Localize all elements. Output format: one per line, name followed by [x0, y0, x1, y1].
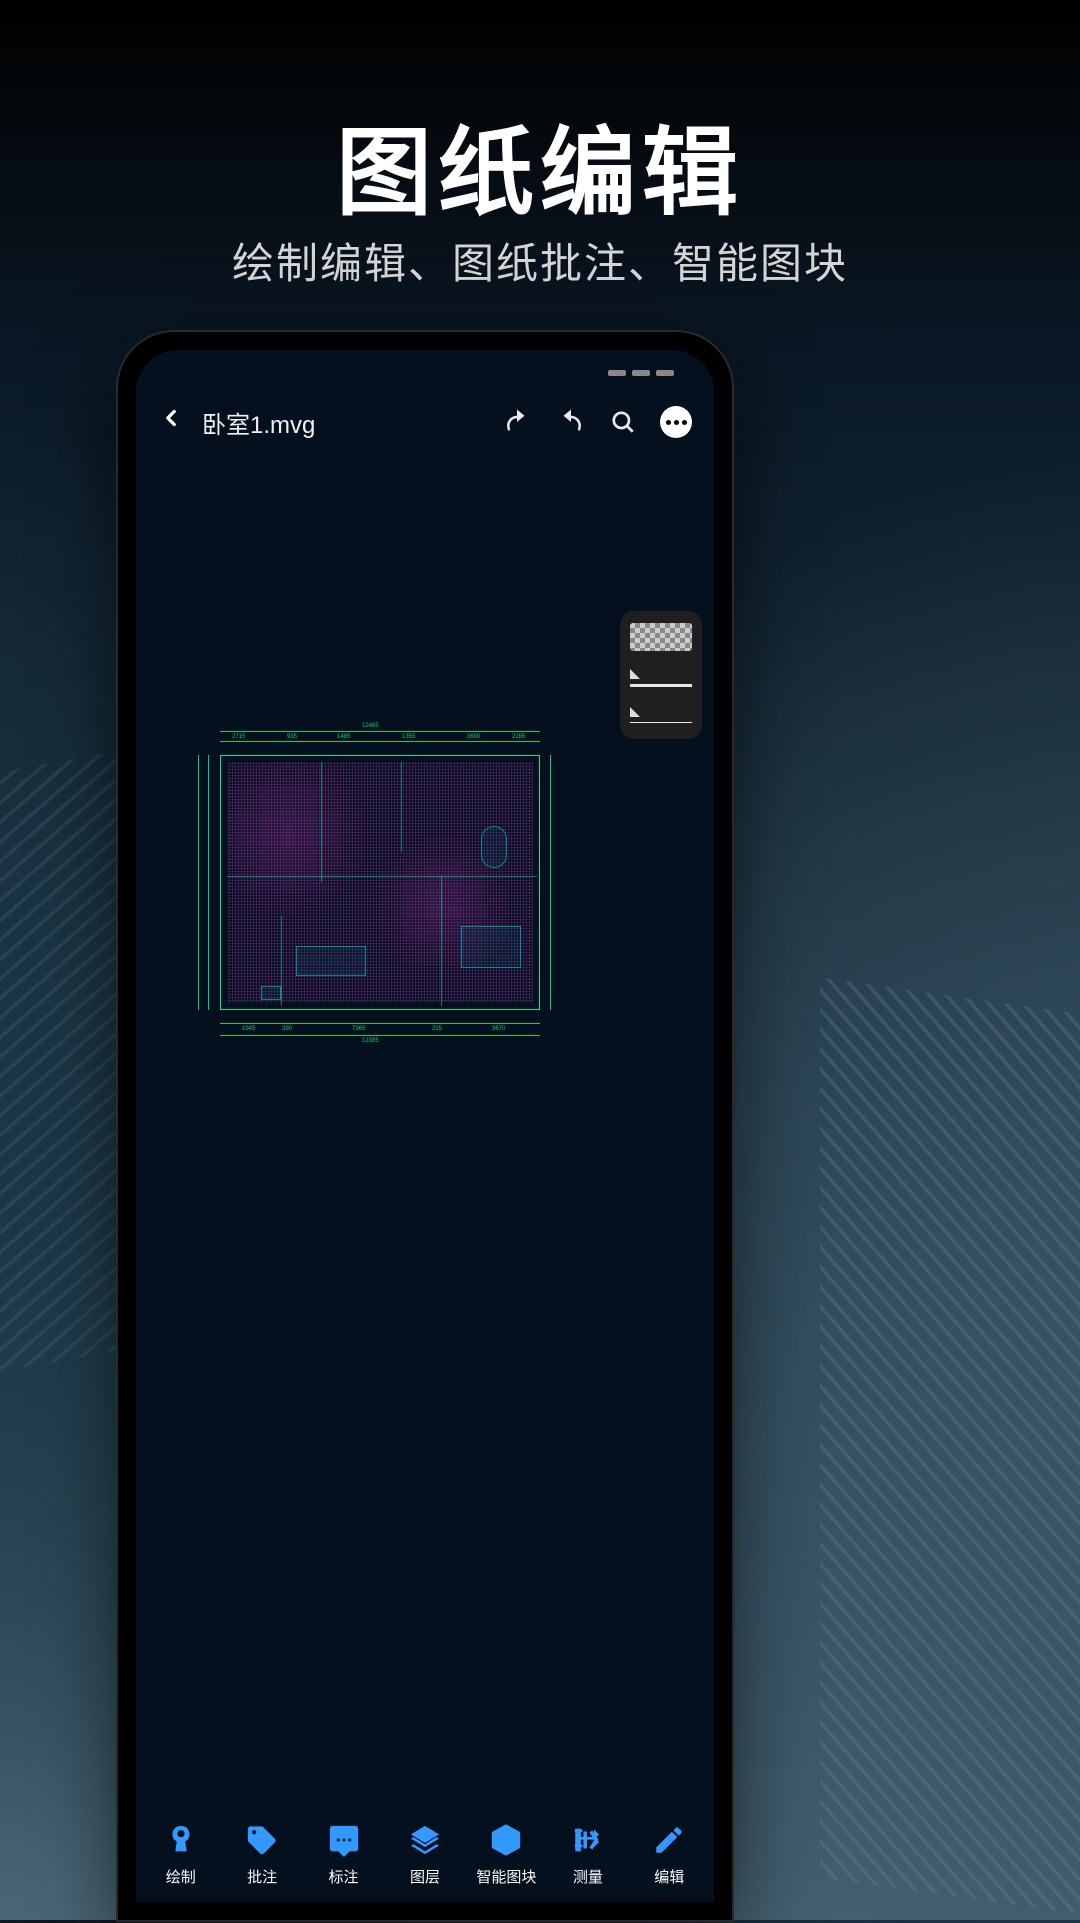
wall — [321, 762, 322, 882]
triangle-icon — [630, 669, 640, 679]
dimension-label: 2715 — [232, 734, 245, 740]
dimension-label: 3690 — [467, 734, 480, 740]
bottom-toolbar: 绘制 批注 标注 图层 — [136, 1812, 714, 1902]
search-button[interactable] — [610, 409, 636, 435]
dimension-label: 1945 — [242, 1026, 255, 1032]
dot-icon — [674, 420, 679, 425]
wall — [441, 876, 442, 1006]
style-panel[interactable] — [620, 611, 702, 739]
tool-label: 标注 — [329, 1866, 359, 1887]
dimension-label: 2285 — [512, 734, 525, 740]
plan-outline — [220, 755, 540, 1010]
tool-label: 编辑 — [654, 1866, 684, 1887]
tool-blocks[interactable]: 智能图块 — [466, 1822, 547, 1887]
dot-icon — [666, 420, 671, 425]
tool-draw[interactable]: 绘制 — [140, 1822, 221, 1887]
line-preview — [630, 684, 692, 687]
filename-label: 卧室1.mvg — [202, 405, 488, 440]
header-actions — [502, 406, 692, 438]
tool-label: 图层 — [410, 1866, 440, 1887]
dot-icon — [682, 420, 687, 425]
dimension-label: 12385 — [362, 1038, 379, 1044]
dimension-line — [220, 1023, 540, 1024]
dimension-label: 935 — [287, 734, 297, 740]
tool-label: 智能图块 — [476, 1866, 536, 1887]
dimension-label: 215 — [432, 1026, 442, 1032]
back-button[interactable] — [158, 405, 184, 439]
dimension-line — [208, 755, 209, 1010]
dimension-label: 7365 — [352, 1026, 365, 1032]
marketing-subtitle: 绘制编辑、图纸批注、智能图块 — [0, 230, 1080, 291]
background-pattern-right — [820, 978, 1080, 1923]
marketing-title: 图纸编辑 — [0, 95, 1080, 234]
dimension-label: 1355 — [402, 734, 415, 740]
dimension-line — [198, 755, 199, 1010]
app-header: 卧室1.mvg — [136, 390, 714, 454]
comment-icon — [326, 1822, 362, 1858]
furniture-bathtub — [481, 826, 507, 868]
tag-icon — [244, 1822, 280, 1858]
furniture-bed — [461, 926, 521, 968]
tool-measure[interactable]: 测量 — [547, 1822, 628, 1887]
dimension-label: 3670 — [492, 1026, 505, 1032]
furniture-table — [296, 946, 366, 976]
linestyle-solid-thin[interactable] — [630, 703, 692, 727]
wall — [401, 762, 402, 852]
dimension-line — [220, 1035, 540, 1036]
fill-swatch-checker[interactable] — [630, 623, 692, 651]
redo-button[interactable] — [556, 407, 586, 437]
cad-canvas[interactable]: 12465 2715 935 1485 1355 3690 2285 1945 … — [136, 465, 714, 1812]
edit-icon — [651, 1822, 687, 1858]
dimension-line — [220, 741, 540, 742]
tool-layers[interactable]: 图层 — [384, 1822, 465, 1887]
dimension-line — [220, 731, 540, 732]
dimension-label: 12465 — [362, 723, 379, 729]
tool-label: 测量 — [573, 1866, 603, 1887]
pen-icon — [163, 1822, 199, 1858]
tool-label: 绘制 — [166, 1866, 196, 1887]
phone-screen: 卧室1.mvg — [136, 350, 714, 1902]
furniture-item — [261, 986, 281, 1000]
status-bar — [554, 370, 674, 378]
measure-icon — [570, 1822, 606, 1858]
wall — [227, 876, 537, 877]
dimension-line — [550, 755, 551, 1010]
floor-plan-drawing: 12465 2715 935 1485 1355 3690 2285 1945 … — [192, 723, 562, 1053]
tool-markup[interactable]: 标注 — [303, 1822, 384, 1887]
tool-annotate[interactable]: 批注 — [221, 1822, 302, 1887]
more-button[interactable] — [660, 406, 692, 438]
line-preview — [630, 722, 692, 723]
tool-edit[interactable]: 编辑 — [629, 1822, 710, 1887]
cube-icon — [488, 1822, 524, 1858]
wall — [281, 916, 282, 1006]
tool-label: 批注 — [247, 1866, 277, 1887]
phone-mockup-frame: 卧室1.mvg — [118, 332, 732, 1920]
triangle-icon — [630, 707, 640, 717]
undo-button[interactable] — [502, 407, 532, 437]
dimension-label: 1485 — [337, 734, 350, 740]
dimension-label: 390 — [282, 1026, 292, 1032]
linestyle-solid-thick[interactable] — [630, 665, 692, 689]
layers-icon — [407, 1822, 443, 1858]
